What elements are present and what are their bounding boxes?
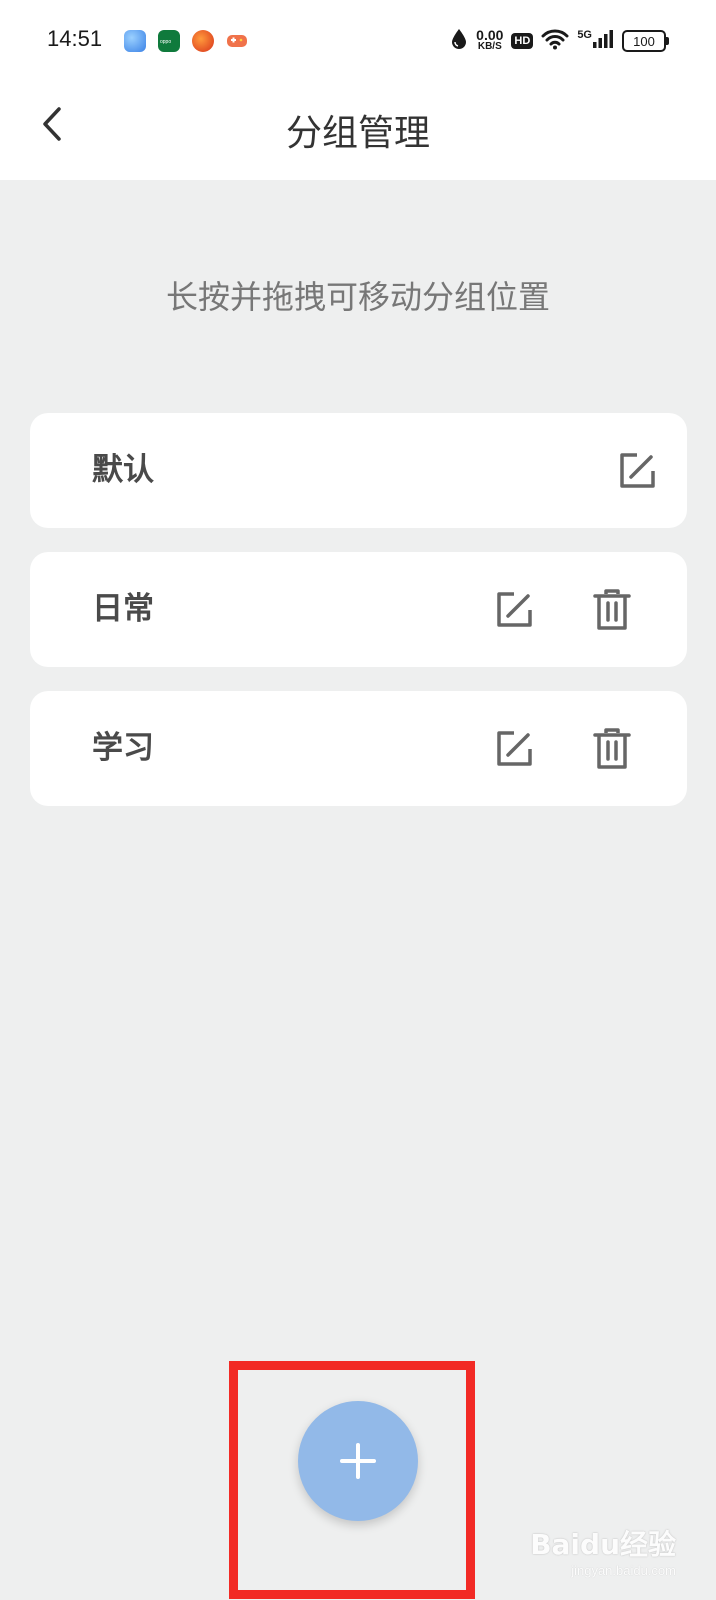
status-time: 14:51 (47, 26, 103, 51)
edit-group-button[interactable] (489, 724, 539, 774)
game-app-icon (226, 30, 248, 52)
trash-icon (593, 589, 631, 630)
page-title: 分组管理 (285, 113, 430, 154)
group-item-default[interactable]: 默认 (30, 413, 687, 528)
group-item-daily[interactable]: 日常 (30, 552, 687, 667)
watermark-logo: Baidu经验 (530, 1528, 676, 1561)
status-bar: 14:51 oppo 0.00 KB/S HD 5G 100 (0, 0, 716, 82)
edit-group-button[interactable] (489, 585, 539, 635)
hd-badge: HD (511, 33, 534, 49)
trash-icon (593, 728, 631, 769)
group-list: 默认 日常 学习 (30, 413, 687, 830)
edit-group-button[interactable] (612, 446, 662, 496)
watermark-url: jingyan.baidu.com (571, 1563, 676, 1578)
watermark: Baidu经验 jingyan.baidu.com (530, 1523, 676, 1578)
title-bar: 分组管理 (0, 82, 716, 180)
group-name: 日常 (92, 591, 154, 627)
add-group-button[interactable] (298, 1401, 418, 1521)
group-item-study[interactable]: 学习 (30, 691, 687, 806)
signal-strength-icon (592, 29, 614, 53)
wifi-icon (541, 28, 569, 54)
drag-hint-text: 长按并拖拽可移动分组位置 (165, 278, 550, 316)
browser-app-icon (124, 30, 146, 52)
battery-indicator: 100 (622, 30, 669, 52)
status-indicators: 0.00 KB/S HD 5G 100 (450, 26, 669, 56)
edit-icon (497, 592, 532, 627)
water-drop-icon (450, 28, 468, 54)
delete-group-button[interactable] (587, 585, 637, 635)
plus-icon (340, 1443, 376, 1479)
edit-icon (497, 731, 532, 766)
orange-app-icon (192, 30, 214, 52)
oppo-app-icon: oppo (158, 30, 180, 52)
delete-group-button[interactable] (587, 724, 637, 774)
group-name: 默认 (92, 452, 154, 488)
network-speed: 0.00 KB/S (476, 27, 504, 52)
edit-icon (620, 453, 655, 488)
group-name: 学习 (92, 730, 154, 766)
network-type: 5G (577, 29, 592, 41)
svg-text:oppo: oppo (160, 39, 171, 44)
notification-app-icons: oppo (124, 30, 248, 52)
